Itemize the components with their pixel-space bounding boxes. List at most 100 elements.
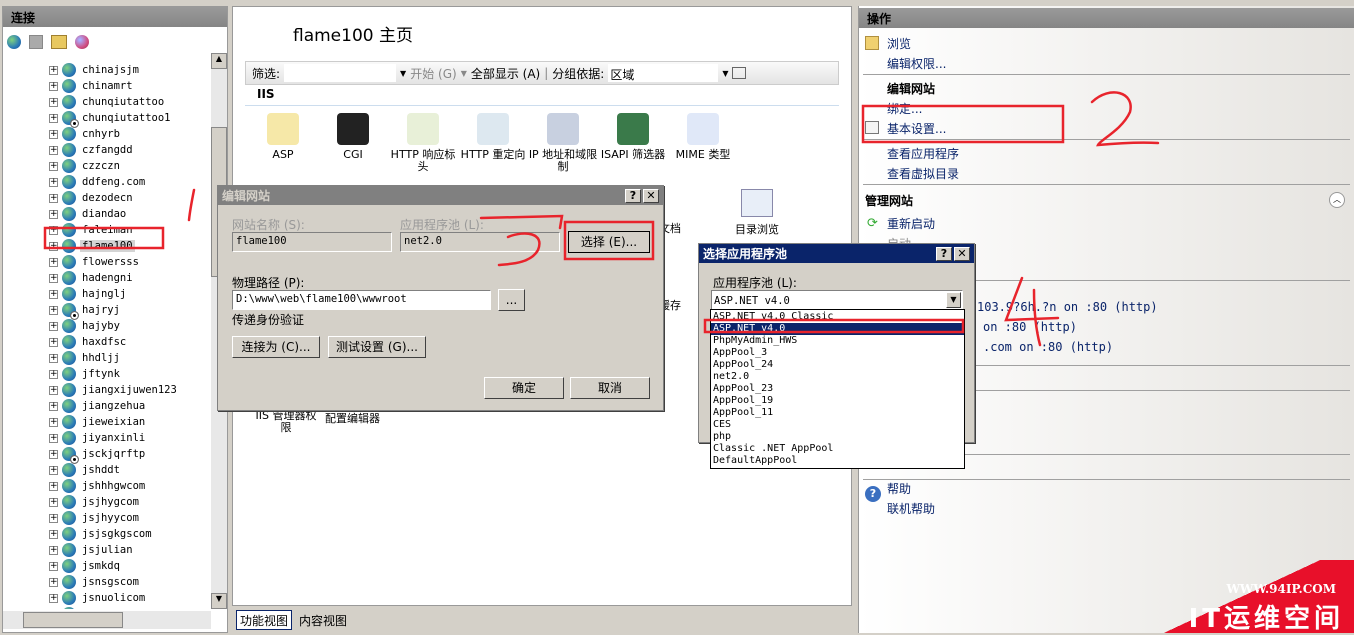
tab-features-view[interactable]: 功能视图: [236, 610, 293, 630]
expand-icon[interactable]: +: [49, 337, 58, 347]
save-icon[interactable]: [29, 35, 43, 49]
tree-item-site[interactable]: + jsjsgkgscom: [49, 526, 154, 542]
tree-horizontal-scrollbar[interactable]: [3, 611, 211, 629]
tree-item-site[interactable]: + ddfeng.com: [49, 174, 147, 190]
tree-item-site[interactable]: + chinamrt: [49, 78, 135, 94]
hscroll-thumb[interactable]: [23, 612, 123, 628]
pool-dropdown-list[interactable]: ASP.NET v4.0 Classic ASP.NET v4.0 PhpMyAdm…: [710, 309, 965, 469]
tree-item-site[interactable]: + hajryj: [49, 302, 122, 320]
action-view-applications[interactable]: 查看应用程序: [887, 145, 959, 162]
expand-icon[interactable]: +: [49, 177, 58, 187]
group-dropdown-icon[interactable]: ▼: [722, 69, 728, 78]
pool-option[interactable]: php: [711, 431, 964, 443]
expand-icon[interactable]: +: [49, 97, 58, 107]
tree-item-site[interactable]: + hhdljj: [49, 350, 122, 366]
expand-icon[interactable]: +: [49, 369, 58, 379]
expand-icon[interactable]: +: [49, 561, 58, 571]
show-all-button[interactable]: 全部显示 (A): [471, 65, 540, 82]
tree-item-site[interactable]: + chinajsjm: [49, 62, 141, 78]
close-button[interactable]: ✕: [954, 246, 970, 261]
action-online-help[interactable]: 联机帮助: [887, 500, 935, 517]
binding-3[interactable]: .com on :80 (http): [983, 340, 1113, 354]
expand-icon[interactable]: +: [49, 545, 58, 555]
start-button[interactable]: 开始 (G): [410, 65, 456, 82]
expand-icon[interactable]: +: [49, 593, 58, 603]
tree-item-site[interactable]: + jshhhgwcom: [49, 478, 147, 494]
pool-option[interactable]: AppPool_19: [711, 395, 964, 407]
feature-item[interactable]: IP 地址和域限制: [527, 113, 599, 173]
tree-item-site[interactable]: + hajnglj: [49, 286, 128, 302]
feature-item[interactable]: CGI: [317, 113, 389, 161]
action-help[interactable]: 帮助: [887, 480, 911, 497]
feature-item[interactable]: ISAPI 筛选器: [597, 113, 669, 161]
tree-item-site[interactable]: + dezodecn: [49, 190, 135, 206]
tree-item-site[interactable]: + diandao: [49, 206, 128, 222]
filter-input[interactable]: [284, 64, 397, 82]
tree-item-site[interactable]: + hadengni: [49, 270, 135, 286]
close-button[interactable]: ✕: [643, 188, 659, 203]
expand-icon[interactable]: +: [49, 225, 58, 235]
tree-item-site[interactable]: + chunqiutattoo: [49, 94, 166, 110]
tree-item-site[interactable]: + chunqiutattoo1: [49, 110, 173, 128]
pool-option[interactable]: DefaultAppPool: [711, 455, 964, 467]
tree-item-site[interactable]: + jshddt: [49, 462, 122, 478]
pool-option[interactable]: net2.0: [711, 371, 964, 383]
tree-item-site[interactable]: + czzczn: [49, 158, 122, 174]
action-edit-permissions[interactable]: 编辑权限...: [887, 55, 946, 72]
expand-icon[interactable]: +: [49, 449, 58, 459]
tree-item-site[interactable]: + jiangxijuwen123: [49, 382, 179, 398]
expand-icon[interactable]: +: [49, 385, 58, 395]
tree-item-site[interactable]: + faleiman: [49, 222, 135, 238]
tree-item-site[interactable]: + czfangdd: [49, 142, 135, 158]
pool-option[interactable]: AppPool_11: [711, 407, 964, 419]
filter-dropdown-icon[interactable]: ▼: [400, 69, 406, 78]
feature-directory-browsing[interactable]: 目录浏览: [721, 189, 793, 237]
expand-icon[interactable]: +: [49, 401, 58, 411]
pool-option[interactable]: AppPool_23: [711, 383, 964, 395]
expand-icon[interactable]: +: [49, 321, 58, 331]
pool-option[interactable]: CES: [711, 419, 964, 431]
action-browse[interactable]: 浏览: [887, 35, 911, 52]
connect-icon[interactable]: [7, 35, 21, 49]
collapse-icon[interactable]: ︿: [1329, 192, 1345, 208]
pool-option[interactable]: Classic .NET AppPool: [711, 443, 964, 455]
tree-item-site[interactable]: + cnhyrb: [49, 126, 122, 142]
up-folder-icon[interactable]: [51, 35, 67, 49]
tree-item-site[interactable]: + flame100: [49, 238, 135, 254]
disconnect-icon[interactable]: [75, 35, 89, 49]
action-basic-settings[interactable]: 基本设置...: [887, 120, 946, 137]
scroll-down-button[interactable]: ▼: [211, 593, 227, 609]
view-mode-icon[interactable]: [732, 67, 747, 79]
expand-icon[interactable]: +: [49, 113, 58, 123]
action-start[interactable]: 启动: [887, 235, 911, 243]
dropdown-arrow-icon[interactable]: ▼: [946, 292, 961, 308]
site-tree[interactable]: + chinajsjm + chinamrt + chunqiutattoo + chunqi…: [3, 53, 211, 609]
expand-icon[interactable]: +: [49, 513, 58, 523]
pool-option[interactable]: PhpMyAdmin_HWS: [711, 335, 964, 347]
pool-option[interactable]: ASP.NET v4.0 Classic: [711, 311, 964, 323]
expand-icon[interactable]: +: [49, 273, 58, 283]
pool-select[interactable]: ASP.NET v4.0 ▼: [711, 290, 963, 310]
binding-2[interactable]: on :80 (http): [983, 320, 1077, 334]
feature-item[interactable]: ASP: [247, 113, 319, 161]
tree-item-site[interactable]: + jsmkdq: [49, 558, 122, 574]
tree-item-site[interactable]: + jsjhyycom: [49, 510, 141, 526]
feature-item[interactable]: HTTP 重定向: [457, 113, 529, 161]
tree-item-site[interactable]: + flowersss: [49, 254, 141, 270]
tab-content-view[interactable]: 内容视图: [296, 610, 350, 630]
expand-icon[interactable]: +: [49, 577, 58, 587]
help-button[interactable]: ?: [936, 246, 952, 261]
tree-item-site[interactable]: + jiyanxinli: [49, 430, 147, 446]
action-restart[interactable]: 重新启动: [887, 215, 935, 232]
feature-item[interactable]: HTTP 响应标头: [387, 113, 459, 173]
browse-path-button[interactable]: ...: [498, 289, 525, 311]
action-view-virtual-dirs[interactable]: 查看虚拟目录: [887, 165, 959, 182]
expand-icon[interactable]: +: [49, 209, 58, 219]
expand-icon[interactable]: +: [49, 81, 58, 91]
help-button[interactable]: ?: [625, 188, 641, 203]
tree-item-site[interactable]: + jsjulian: [49, 542, 135, 558]
feature-configuration-editor[interactable]: 配置编辑器: [325, 410, 380, 426]
ok-button[interactable]: 确定: [484, 377, 564, 399]
expand-icon[interactable]: +: [49, 305, 58, 315]
expand-icon[interactable]: +: [49, 497, 58, 507]
